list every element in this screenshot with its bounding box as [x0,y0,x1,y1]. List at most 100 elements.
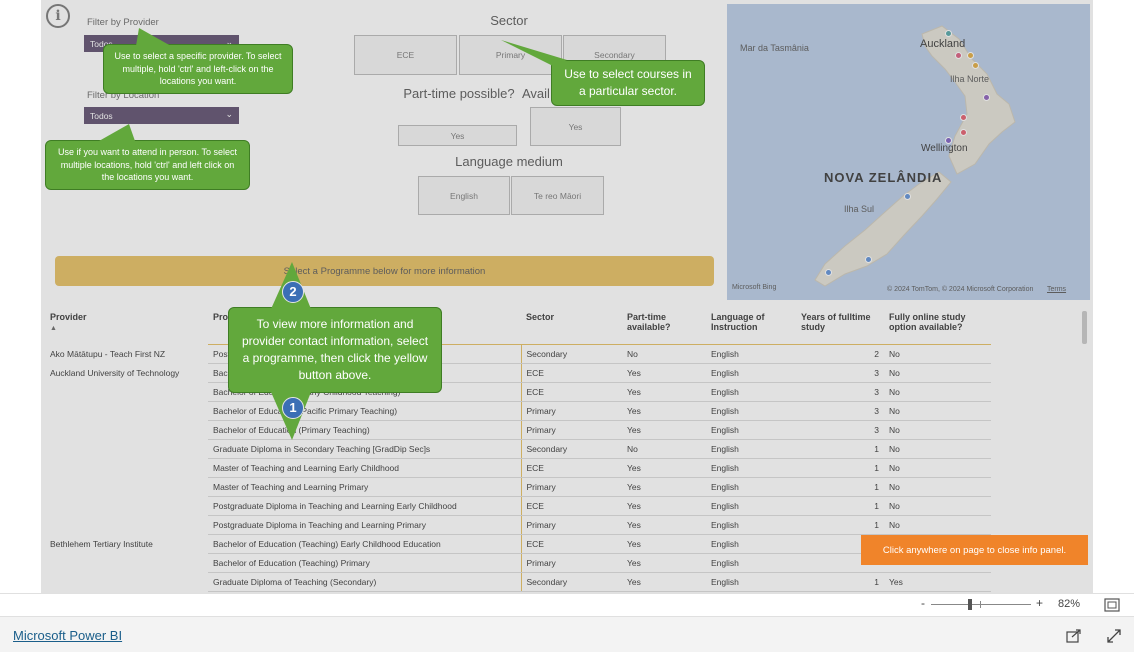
table-row[interactable]: Bachelor of Education (Pacific Primary T… [45,401,991,421]
language-english-button[interactable]: English [418,176,510,215]
map-label-tasman: Mar da Tasmânia [740,43,809,53]
cell-language: English [706,496,796,516]
cell-language: English [706,477,796,497]
table-row[interactable]: Graduate Diploma of Teaching (Secondary)… [45,572,991,592]
column-header-years[interactable]: Years of fulltime study [796,308,884,345]
zoom-in-button[interactable]: + [1036,596,1043,610]
cell-part-time: Yes [622,458,706,478]
table-header-row: Provider ▲ Pro Sector Part-time available… [45,308,991,345]
cell-years: 3 [796,363,884,383]
info-icon[interactable]: i [46,4,70,28]
map-pin[interactable] [865,256,872,263]
programme-table[interactable]: Provider ▲ Pro Sector Part-time available… [45,308,991,593]
map-pin[interactable] [945,30,952,37]
programme-help-callout: To view more information and provider co… [228,307,442,393]
map-pin[interactable] [904,193,911,200]
cell-part-time: Yes [622,534,706,554]
cell-part-time: Yes [622,496,706,516]
provider-filter-label: Filter by Provider [87,17,159,28]
cell-provider [45,477,208,496]
cell-online: No [884,382,991,402]
table-row[interactable]: Master of Teaching and Learning Early Ch… [45,458,991,478]
table-row[interactable]: Ako Mātātupu - Teach First NZ Post Seconda… [45,344,991,364]
app-root: i Filter by Provider Todos ⌄ Filter by L… [0,0,1134,652]
zoom-out-button[interactable]: - [921,596,925,610]
table-scrollbar[interactable] [1082,311,1087,344]
cell-part-time: Yes [622,553,706,573]
map-terms-link[interactable]: Terms [1047,286,1066,293]
table-row[interactable]: Bachelor of Education (Teaching) Primary… [45,553,991,573]
zoom-slider-thumb[interactable] [968,599,972,610]
share-icon[interactable] [1066,628,1082,644]
cell-sector: ECE [521,382,622,402]
map-pin[interactable] [972,62,979,69]
part-time-yes-button[interactable]: Yes [398,125,517,146]
cell-provider [45,496,208,515]
location-help-callout: Use if you want to attend in person. To … [45,140,250,190]
table-row[interactable]: Auckland University of Technology Bach ECE… [45,363,991,383]
cell-years: 1 [796,439,884,459]
table-row[interactable]: Postgraduate Diploma in Teaching and Lea… [45,515,991,535]
table-row[interactable]: Bachelor of Education (Primary Teaching)… [45,420,991,440]
cell-online: No [884,515,991,535]
column-header-sector[interactable]: Sector [521,308,622,345]
map-pin[interactable] [960,114,967,121]
sector-ece-button[interactable]: ECE [354,35,457,75]
language-maori-button[interactable]: Te reo Māori [511,176,604,215]
available-yes-button[interactable]: Yes [530,107,621,146]
fullscreen-icon[interactable] [1106,628,1122,644]
select-programme-button[interactable]: Select a Programme below for more inform… [55,256,714,286]
column-header-provider[interactable]: Provider ▲ [45,308,208,344]
cell-programme: Bachelor of Education (Primary Teaching) [208,420,522,440]
cell-sector: Secondary [521,572,622,592]
map-pin[interactable] [955,52,962,59]
cell-provider: Bethlehem Tertiary Institute [50,538,153,549]
map-pin[interactable] [967,52,974,59]
step-1-badge: 1 [282,397,304,419]
map-label-country: NOVA ZELÂNDIA [824,170,943,185]
report-page[interactable]: i Filter by Provider Todos ⌄ Filter by L… [41,0,1093,593]
column-header-language[interactable]: Language of Instruction [706,308,796,345]
table-row[interactable]: Bethlehem Tertiary Institute Bachelor of … [45,534,991,554]
map-pin[interactable] [825,269,832,276]
cell-programme: Bachelor of Education (Teaching) Early C… [208,534,522,554]
map-pin[interactable] [960,129,967,136]
cell-years: 3 [796,401,884,421]
cell-programme: Graduate Diploma of Teaching (Secondary) [208,572,522,592]
cell-provider [45,458,208,477]
report-canvas: i Filter by Provider Todos ⌄ Filter by L… [0,0,1134,593]
table-row[interactable]: Master of Teaching and Learning Primary P… [45,477,991,497]
fit-to-page-icon[interactable] [1104,598,1120,612]
sort-ascending-icon: ▲ [50,325,57,332]
cell-online: No [884,439,991,459]
location-dropdown-value: Todos [90,111,113,121]
power-bi-link[interactable]: Microsoft Power BI [13,628,122,643]
cell-language: English [706,382,796,402]
nz-map[interactable]: Mar da Tasmânia Auckland Ilha Norte Well… [727,4,1090,300]
sector-callout-pointer [501,40,567,66]
table-row[interactable]: Postgraduate Diploma in Teaching and Lea… [45,496,991,516]
column-header-online[interactable]: Fully online study option available? [884,308,991,345]
cell-sector: Primary [521,420,622,440]
column-header-part-time[interactable]: Part-time available? [622,308,706,345]
zoom-slider-track[interactable] [931,604,1031,605]
map-pin[interactable] [983,94,990,101]
cell-years: 3 [796,420,884,440]
footer-bar: Microsoft Power BI [0,616,1134,652]
close-info-panel-button[interactable]: Click anywhere on page to close info pan… [861,535,1088,565]
map-pin[interactable] [945,137,952,144]
cell-online: No [884,458,991,478]
cell-sector: Primary [521,553,622,573]
table-row[interactable]: Bachelor of Education (Early Childhood T… [45,382,991,402]
part-time-title: Part-time possible? [403,86,515,101]
cell-language: English [706,401,796,421]
table-row[interactable]: Graduate Diploma in Secondary Teaching [… [45,439,991,459]
map-label-south-island: Ilha Sul [844,204,875,214]
cell-part-time: Yes [622,572,706,592]
cell-online: Yes [884,572,991,592]
cell-part-time: No [622,439,706,459]
cell-part-time: Yes [622,515,706,535]
cell-language: English [706,439,796,459]
location-callout-pointer [99,124,135,141]
location-dropdown[interactable]: Todos ⌄ [84,107,239,124]
